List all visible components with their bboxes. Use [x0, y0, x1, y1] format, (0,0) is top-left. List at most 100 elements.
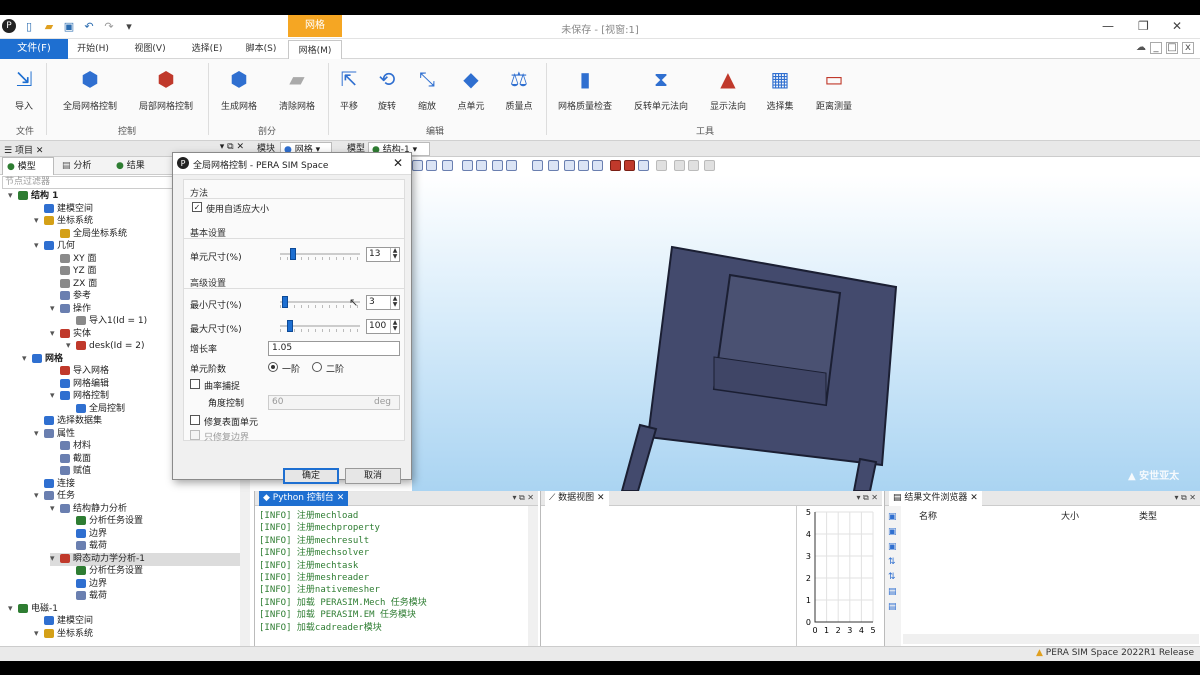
view-tool-icon[interactable]: [704, 160, 715, 171]
view-tool-icon[interactable]: [578, 160, 589, 171]
tab-analysis[interactable]: ▤ 分析: [58, 157, 108, 175]
min-size-spin-icon[interactable]: ▲ ▼: [390, 296, 399, 309]
python-console-tab[interactable]: ◆ Python 控制台 ✕: [259, 491, 349, 506]
view-tool-icon[interactable]: [548, 160, 559, 171]
import-button[interactable]: ⇲ 导入: [6, 65, 42, 112]
tab-results[interactable]: ● 结果: [112, 157, 162, 175]
tab-mesh[interactable]: 网格(M): [288, 40, 342, 60]
view-tool-icon[interactable]: [506, 160, 517, 171]
column-type[interactable]: 类型: [1139, 509, 1157, 522]
console-scrollbar[interactable]: [528, 506, 538, 646]
tab-view[interactable]: 视图(V): [122, 39, 178, 59]
file-browser-hscrollbar[interactable]: [903, 634, 1199, 644]
view-tool-icon[interactable]: [610, 160, 621, 171]
expand-icon[interactable]: ▾: [50, 503, 60, 516]
view-tool-icon[interactable]: [592, 160, 603, 171]
view-tool-icon[interactable]: [624, 160, 635, 171]
expand-icon[interactable]: ▾: [34, 628, 44, 641]
tree-node[interactable]: ▾ 瞬态动力学分析-1: [50, 552, 240, 566]
expand-icon[interactable]: ▾: [50, 303, 60, 316]
view-tool-icon[interactable]: [564, 160, 575, 171]
ribbon-restore-icon[interactable]: □: [1166, 42, 1178, 54]
tree-node[interactable]: 载荷: [66, 590, 240, 603]
expand-icon[interactable]: ▾: [66, 340, 76, 353]
show-normal-button[interactable]: ▲ 显示法向: [706, 65, 750, 112]
column-name[interactable]: 名称: [919, 509, 937, 522]
expand-icon[interactable]: ▾: [8, 190, 18, 203]
cloud-icon[interactable]: ☁: [1136, 42, 1146, 54]
file-browser-controls-icon[interactable]: ▾ ⧉ ✕: [1174, 493, 1196, 503]
expand-icon[interactable]: ▾: [8, 603, 18, 616]
repair-surface-checkbox[interactable]: [190, 415, 200, 425]
3d-viewport[interactable]: [412, 175, 1200, 492]
tree-node[interactable]: ▾ 任务: [34, 490, 240, 503]
adaptive-size-checkbox[interactable]: ✓: [192, 202, 202, 212]
panel-pin-icon[interactable]: ▾ ⧉ ✕: [220, 142, 244, 152]
expand-icon[interactable]: ▾: [34, 240, 44, 253]
generate-mesh-button[interactable]: ⬢ 生成网格: [214, 65, 264, 112]
expand-icon[interactable]: ▾: [50, 390, 60, 403]
expand-icon[interactable]: ▾: [34, 428, 44, 441]
tree-node[interactable]: 载荷: [66, 540, 240, 553]
second-order-radio[interactable]: [312, 362, 322, 372]
ribbon-close-icon[interactable]: x: [1182, 42, 1194, 54]
element-size-input[interactable]: 13 ▲ ▼: [366, 247, 400, 262]
ok-button[interactable]: 确定: [283, 468, 339, 484]
view-tool-icon[interactable]: [638, 160, 649, 171]
distance-measure-button[interactable]: ▭ 距离测量: [812, 65, 856, 112]
tab-home[interactable]: 开始(H): [68, 39, 118, 59]
selection-set-button[interactable]: ▦ 选择集: [762, 65, 798, 112]
view-tool-icon[interactable]: [674, 160, 685, 171]
file-browser-tool-icons[interactable]: ▣ ▣ ▣ ⇅ ⇅ ▤ ▤: [888, 510, 898, 615]
element-size-spin-icon[interactable]: ▲ ▼: [390, 248, 399, 261]
tree-node[interactable]: 建模空间: [34, 615, 240, 628]
min-size-input[interactable]: 3 ▲ ▼: [366, 295, 400, 310]
mesh-quality-check-button[interactable]: ▮ 网格质量检查: [554, 65, 616, 112]
flip-normal-button[interactable]: ⧗ 反转单元法向: [630, 65, 692, 112]
tree-node[interactable]: ▾ 坐标系统: [34, 628, 240, 641]
tab-select[interactable]: 选择(E): [180, 39, 234, 59]
tree-node[interactable]: ▾ 电磁-1: [8, 603, 240, 616]
element-size-slider-thumb[interactable]: [289, 248, 296, 260]
tree-node[interactable]: 分析任务设置: [66, 515, 240, 528]
clear-mesh-button[interactable]: ▰ 清除网格: [272, 65, 322, 112]
max-size-spin-icon[interactable]: ▲ ▼: [390, 320, 399, 333]
view-tool-icon[interactable]: [462, 160, 473, 171]
maximize-icon[interactable]: ❐: [1138, 19, 1149, 33]
view-tool-icon[interactable]: [656, 160, 667, 171]
tab-model[interactable]: ● 模型: [2, 157, 54, 175]
file-menu-button[interactable]: 文件(F): [0, 39, 68, 59]
translate-button[interactable]: ⇱ 平移: [334, 65, 364, 112]
close-icon[interactable]: ✕: [1172, 19, 1182, 33]
first-order-radio[interactable]: [268, 362, 278, 372]
ribbon-minimize-icon[interactable]: _: [1150, 42, 1162, 54]
rotate-button[interactable]: ⟲ 旋转: [372, 65, 402, 112]
cancel-button[interactable]: 取消: [345, 468, 401, 484]
view-tool-icon[interactable]: [492, 160, 503, 171]
tree-node[interactable]: 边界: [66, 528, 240, 541]
tree-node[interactable]: ▾ 结构静力分析: [50, 503, 240, 516]
minimize-icon[interactable]: —: [1102, 19, 1114, 33]
element-size-slider[interactable]: [280, 248, 360, 260]
global-mesh-control-button[interactable]: ⬢ 全局网格控制: [56, 65, 124, 112]
expand-icon[interactable]: ▾: [50, 328, 60, 341]
expand-icon[interactable]: ▾: [34, 215, 44, 228]
growth-rate-input[interactable]: 1.05: [268, 341, 400, 356]
view-tool-icon[interactable]: [532, 160, 543, 171]
tree-node[interactable]: 分析任务设置: [66, 565, 240, 578]
min-size-slider-thumb[interactable]: [282, 296, 289, 308]
view-tool-icon[interactable]: [688, 160, 699, 171]
close-project-icon[interactable]: ✕: [36, 146, 44, 156]
tab-script[interactable]: 脚本(S): [236, 39, 286, 59]
expand-icon[interactable]: ▾: [34, 490, 44, 503]
file-browser-tab[interactable]: ▤ 结果文件浏览器 ✕: [889, 491, 982, 506]
curvature-capture-checkbox[interactable]: [190, 379, 200, 389]
point-element-button[interactable]: ◆ 点单元: [452, 65, 490, 112]
view-tool-icon[interactable]: [412, 160, 423, 171]
tree-node[interactable]: 边界: [66, 578, 240, 591]
max-size-input[interactable]: 100 ▲ ▼: [366, 319, 400, 334]
column-size[interactable]: 大小: [1061, 509, 1079, 522]
local-mesh-control-button[interactable]: ⬢ 局部网格控制: [132, 65, 200, 112]
max-size-slider[interactable]: [280, 320, 360, 332]
mass-point-button[interactable]: ⚖ 质量点: [500, 65, 538, 112]
